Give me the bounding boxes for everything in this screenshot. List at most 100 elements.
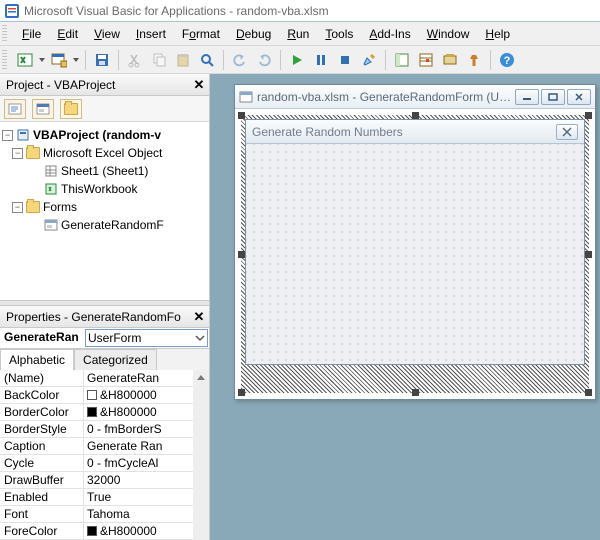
menu-addins[interactable]: Add-Ins [361,25,418,43]
property-row[interactable]: FontTahoma [0,506,193,523]
menu-file[interactable]: File [14,25,49,43]
resize-handle-tr[interactable] [585,112,592,119]
property-row[interactable]: BorderStyle0 - fmBorderS [0,421,193,438]
property-row[interactable]: CaptionGenerate Ran [0,438,193,455]
view-object-button[interactable] [32,99,54,119]
left-dock: Project - VBAProject ✕ − VBAProject (ran… [0,74,210,540]
property-value[interactable]: Generate Ran [84,438,193,454]
form-window-titlebar[interactable]: random-vba.xlsm - GenerateRandomForm (Us… [235,85,595,109]
properties-object-selector: GenerateRan UserForm [0,328,209,349]
resize-handle-br[interactable] [585,389,592,396]
property-row[interactable]: (Name)GenerateRan [0,370,193,387]
resize-handle-r[interactable] [585,251,592,258]
collapse-icon[interactable]: − [12,148,23,159]
break-button[interactable] [310,49,332,71]
property-row[interactable]: EnabledTrue [0,489,193,506]
resize-handle-l[interactable] [238,251,245,258]
workbook-icon [44,182,58,196]
copy-button[interactable] [148,49,170,71]
property-row[interactable]: DrawBuffer32000 [0,472,193,489]
property-value[interactable]: &H800000 [84,523,193,539]
property-value[interactable]: 32000 [84,472,193,488]
tree-sheet1[interactable]: Sheet1 (Sheet1) [2,162,207,180]
properties-scrollbar[interactable] [193,370,209,540]
property-value[interactable]: 0 - fmCycleAl [84,455,193,471]
property-value[interactable]: &H800000 [84,387,193,403]
app-titlebar: Microsoft Visual Basic for Applications … [0,0,600,22]
standard-toolbar: ? [0,46,600,74]
form-designer-window[interactable]: random-vba.xlsm - GenerateRandomForm (Us… [234,84,596,400]
menu-tools[interactable]: Tools [317,25,361,43]
project-explorer-button[interactable] [391,49,413,71]
folder-icon [26,147,40,159]
property-value[interactable]: &H800000 [84,404,193,420]
tab-alphabetic[interactable]: Alphabetic [0,349,74,370]
property-value[interactable]: Tahoma [84,506,193,522]
property-row[interactable]: BorderColor&H800000 [0,404,193,421]
maximize-button[interactable] [541,89,565,105]
property-row[interactable]: ForeColor&H800000 [0,523,193,540]
tree-forms[interactable]: − Forms [2,198,207,216]
redo-button[interactable] [253,49,275,71]
collapse-icon[interactable]: − [12,202,23,213]
cut-button[interactable] [124,49,146,71]
menu-insert[interactable]: Insert [128,25,174,43]
property-name: ForeColor [0,523,84,539]
form-designer-surface[interactable]: Generate Random Numbers [235,109,595,399]
menu-help[interactable]: Help [477,25,518,43]
menu-debug[interactable]: Debug [228,25,279,43]
tree-excel-objects[interactable]: − Microsoft Excel Object [2,144,207,162]
excel-dropdown[interactable] [37,56,47,64]
view-excel-button[interactable] [14,49,36,71]
run-button[interactable] [286,49,308,71]
property-row[interactable]: BackColor&H800000 [0,387,193,404]
property-value[interactable]: True [84,489,193,505]
resize-handle-b[interactable] [412,389,419,396]
resize-handle-t[interactable] [412,112,419,119]
close-button[interactable] [567,89,591,105]
project-tree[interactable]: − VBAProject (random-v − Microsoft Excel… [0,122,209,300]
menu-edit[interactable]: Edit [49,25,86,43]
tree-thisworkbook[interactable]: ThisWorkbook [2,180,207,198]
save-button[interactable] [91,49,113,71]
insert-userform-button[interactable] [48,49,70,71]
property-row[interactable]: Cycle0 - fmCycleAl [0,455,193,472]
design-mode-button[interactable] [358,49,380,71]
help-button[interactable]: ? [496,49,518,71]
properties-panel-close-button[interactable]: ✕ [191,309,207,325]
tab-categorized[interactable]: Categorized [74,349,157,370]
find-button[interactable] [196,49,218,71]
property-name: Font [0,506,84,522]
view-code-button[interactable] [4,99,26,119]
selection-handles [241,115,589,393]
tree-generaterandomform[interactable]: GenerateRandomF [2,216,207,234]
property-value[interactable]: GenerateRan [84,370,193,386]
properties-object-dropdown[interactable]: UserForm [85,329,208,347]
project-panel-close-button[interactable]: ✕ [191,77,207,93]
menu-run[interactable]: Run [279,25,317,43]
object-browser-button[interactable] [439,49,461,71]
collapse-icon[interactable]: − [2,130,13,141]
paste-button[interactable] [172,49,194,71]
tree-form-label: GenerateRandomF [61,218,164,232]
resize-handle-bl[interactable] [238,389,245,396]
undo-button[interactable] [229,49,251,71]
toggle-folders-button[interactable] [60,99,82,119]
properties-window-button[interactable] [415,49,437,71]
tree-sheet1-label: Sheet1 (Sheet1) [61,164,148,178]
tree-project-root[interactable]: − VBAProject (random-v [2,126,207,144]
insert-dropdown[interactable] [71,56,81,64]
properties-panel-title: Properties - GenerateRandomFo ✕ [0,306,209,328]
minimize-button[interactable] [515,89,539,105]
resize-handle-tl[interactable] [238,112,245,119]
menu-window[interactable]: Window [419,25,478,43]
properties-grid[interactable]: (Name)GenerateRanBackColor&H800000Border… [0,370,193,540]
property-name: BackColor [0,387,84,403]
reset-button[interactable] [334,49,356,71]
menu-view[interactable]: View [86,25,128,43]
property-value[interactable]: 0 - fmBorderS [84,421,193,437]
tree-thisworkbook-label: ThisWorkbook [61,182,137,196]
properties-panel-title-text: Properties - GenerateRandomFo [6,310,181,324]
menu-format[interactable]: Format [174,25,228,43]
toolbox-button[interactable] [463,49,485,71]
